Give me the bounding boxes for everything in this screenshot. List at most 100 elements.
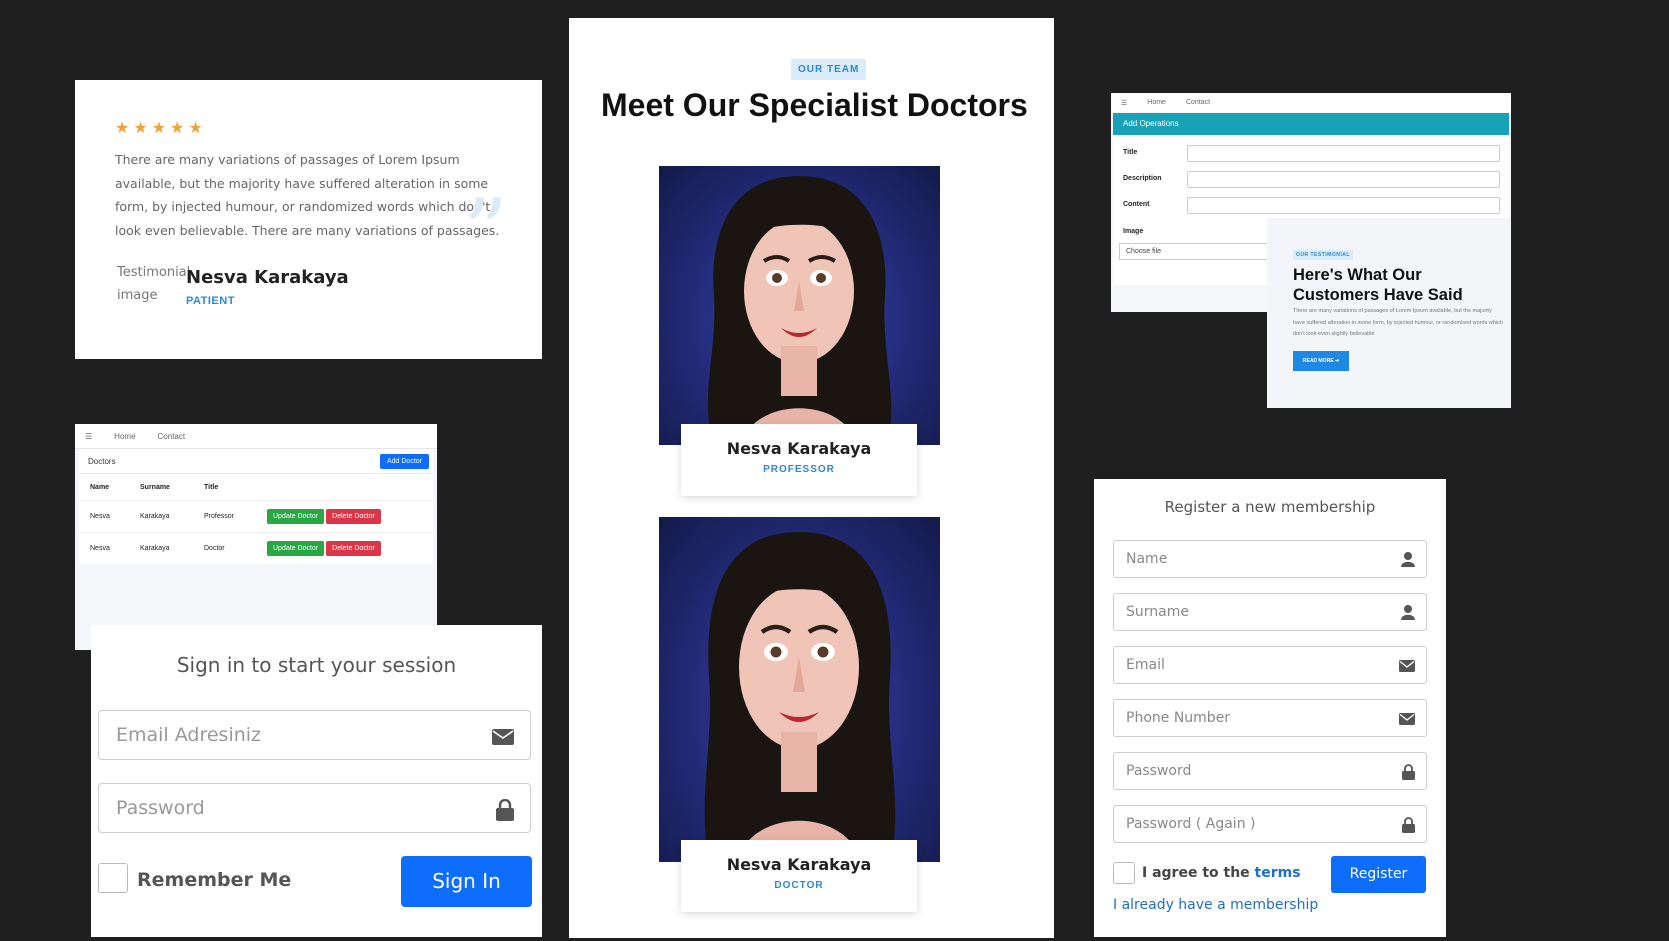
terms-link[interactable]: terms bbox=[1255, 865, 1301, 881]
cell-name: Nesva bbox=[90, 545, 110, 552]
envelope-icon bbox=[1399, 647, 1415, 683]
read-more-button[interactable]: READ MORE ➔ bbox=[1293, 351, 1350, 371]
doctor-name: Nesva Karakaya bbox=[726, 855, 872, 874]
doctor-role: PROFESSOR bbox=[763, 464, 835, 475]
content-label: Content bbox=[1123, 201, 1150, 208]
update-doctor-button[interactable]: Update Doctor bbox=[267, 541, 325, 556]
section-title: Here's What Our Customers Have Said bbox=[1293, 265, 1463, 305]
star-icon: ★ bbox=[115, 120, 130, 137]
customers-testimonial-section: OUR TESTIMONIAL Here's What Our Customer… bbox=[1267, 218, 1511, 408]
title-input[interactable] bbox=[1187, 145, 1500, 162]
remember-label: Remember Me bbox=[137, 869, 292, 891]
surname-placeholder: Surname bbox=[1126, 604, 1189, 620]
agree-checkbox[interactable] bbox=[1113, 862, 1135, 884]
nav-contact-link[interactable]: Contact bbox=[1186, 99, 1210, 106]
signin-button[interactable]: Sign In bbox=[401, 856, 532, 907]
delete-doctor-button[interactable]: Delete Doctor bbox=[326, 541, 381, 556]
email-input[interactable]: Email bbox=[1113, 646, 1427, 684]
agree-text: I agree to the bbox=[1142, 865, 1255, 881]
doctor-photo bbox=[659, 517, 940, 862]
name-input[interactable]: Name bbox=[1113, 540, 1427, 578]
agree-label: I agree to the terms bbox=[1142, 865, 1301, 881]
testimonial-text: There are many variations of passages of… bbox=[115, 152, 500, 238]
admin-navbar: ☰ Home Contact bbox=[75, 424, 437, 449]
card-header: Add Operations bbox=[1113, 113, 1509, 135]
section-text: There are many variations of passages of… bbox=[1293, 308, 1503, 337]
team-section: OUR TEAM Meet Our Specialist Doctors Nes… bbox=[569, 18, 1054, 938]
doctor-photo bbox=[659, 166, 940, 445]
star-icon: ★ bbox=[170, 120, 185, 137]
cell-title: Professor bbox=[204, 513, 234, 520]
password-again-input[interactable]: Password ( Again ) bbox=[1113, 805, 1427, 843]
cell-title: Doctor bbox=[204, 545, 225, 552]
password-input[interactable]: Password bbox=[1113, 752, 1427, 790]
doctors-card: Doctors Add Doctor Name Surname Title Ne… bbox=[79, 449, 433, 564]
password-placeholder: Password bbox=[1126, 763, 1192, 779]
star-icon: ★ bbox=[133, 120, 148, 137]
image-label: Image bbox=[1123, 228, 1144, 235]
phone-placeholder: Phone Number bbox=[1126, 710, 1231, 726]
cell-surname: Karakaya bbox=[140, 513, 170, 520]
doctor-role: DOCTOR bbox=[774, 880, 824, 891]
title-line: Here's What Our bbox=[1293, 266, 1422, 284]
file-input[interactable]: Choose file bbox=[1119, 243, 1269, 260]
card-title: Doctors bbox=[88, 456, 116, 466]
column-name: Name bbox=[90, 483, 110, 491]
email-input[interactable]: Email Adresiniz bbox=[98, 710, 531, 760]
lock-icon bbox=[1402, 806, 1415, 842]
team-badge: OUR TEAM bbox=[791, 59, 867, 80]
doctor-name: Nesva Karakaya bbox=[726, 439, 872, 458]
star-icon: ★ bbox=[188, 120, 203, 137]
nav-home-link[interactable]: Home bbox=[114, 432, 135, 441]
title-line: Customers Have Said bbox=[1293, 286, 1463, 304]
description-label: Description bbox=[1123, 175, 1162, 182]
lock-icon bbox=[1402, 753, 1415, 789]
testimonial-badge: OUR TESTIMONIAL bbox=[1293, 250, 1353, 260]
column-surname: Surname bbox=[140, 483, 170, 491]
password-input[interactable]: Password bbox=[98, 783, 531, 833]
quote-icon: ” bbox=[463, 180, 508, 283]
update-doctor-button[interactable]: Update Doctor bbox=[267, 509, 325, 524]
doctor-card: Nesva Karakaya DOCTOR bbox=[681, 840, 917, 912]
column-title: Title bbox=[204, 483, 219, 491]
table-row: Nesva Karakaya Doctor Update Doctor Dele… bbox=[79, 532, 433, 564]
team-title: Meet Our Specialist Doctors bbox=[601, 87, 1028, 123]
doctors-admin-panel: ☰ Home Contact Doctors Add Doctor Name S… bbox=[75, 424, 437, 650]
remember-checkbox[interactable] bbox=[98, 863, 128, 893]
cell-name: Nesva bbox=[90, 513, 110, 520]
content-input[interactable] bbox=[1187, 197, 1500, 214]
signin-panel: Sign in to start your session Email Adre… bbox=[91, 625, 542, 937]
nav-contact-link[interactable]: Contact bbox=[158, 432, 186, 441]
testimonial-card: ★ ★ ★ ★ ★ There are many variations of passa… bbox=[75, 80, 542, 359]
nav-home-link[interactable]: Home bbox=[1147, 99, 1166, 106]
doctor-card: Nesva Karakaya PROFESSOR bbox=[681, 424, 917, 496]
envelope-icon bbox=[1399, 700, 1415, 736]
delete-doctor-button[interactable]: Delete Doctor bbox=[326, 509, 381, 524]
rating-stars: ★ ★ ★ ★ ★ bbox=[115, 118, 502, 138]
description-input[interactable] bbox=[1187, 171, 1500, 188]
admin-navbar: ☰ Home Contact bbox=[1111, 93, 1511, 112]
star-icon: ★ bbox=[151, 120, 167, 137]
login-link[interactable]: I already have a membership bbox=[1113, 897, 1318, 913]
email-placeholder: Email Adresiniz bbox=[116, 724, 262, 746]
surname-input[interactable]: Surname bbox=[1113, 593, 1427, 631]
menu-icon[interactable]: ☰ bbox=[85, 432, 92, 441]
table-header: Name Surname Title bbox=[79, 474, 433, 500]
lock-icon bbox=[496, 784, 514, 832]
menu-icon[interactable]: ☰ bbox=[1121, 99, 1127, 107]
user-icon bbox=[1401, 541, 1415, 577]
register-button[interactable]: Register bbox=[1331, 856, 1426, 893]
add-doctor-button[interactable]: Add Doctor bbox=[379, 453, 429, 469]
phone-input[interactable]: Phone Number bbox=[1113, 699, 1427, 737]
cell-surname: Karakaya bbox=[140, 545, 170, 552]
title-label: Title bbox=[1123, 149, 1138, 156]
envelope-icon bbox=[492, 711, 514, 759]
testimonial-name: Nesva Karakaya bbox=[186, 267, 349, 288]
register-panel: Register a new membership Name Surname E… bbox=[1094, 479, 1446, 937]
signin-title: Sign in to start your session bbox=[176, 653, 457, 677]
name-placeholder: Name bbox=[1126, 551, 1168, 567]
testimonial-role: PATIENT bbox=[186, 295, 235, 307]
testimonial-image: Testimonial image bbox=[117, 265, 191, 303]
password-placeholder: Password bbox=[116, 797, 205, 819]
table-row: Nesva Karakaya Professor Update Doctor D… bbox=[79, 500, 433, 532]
